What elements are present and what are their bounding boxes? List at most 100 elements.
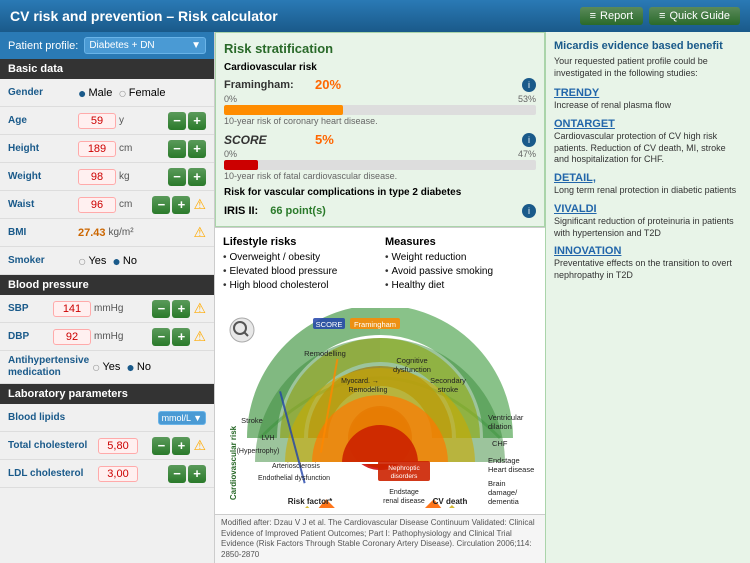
sbp-warning-icon: ⚠ bbox=[193, 300, 206, 317]
evidence-item-vivaldi: VIVALDI Significant reduction of protein… bbox=[554, 203, 742, 239]
sbp-increment[interactable]: + bbox=[172, 300, 190, 318]
report-button[interactable]: ≡ Report bbox=[580, 7, 643, 25]
weight-stepper: − + bbox=[168, 168, 206, 186]
age-increment[interactable]: + bbox=[188, 112, 206, 130]
svg-text:Arteriosclerosis: Arteriosclerosis bbox=[272, 463, 320, 470]
svg-text:Remodelling: Remodelling bbox=[349, 387, 388, 394]
svg-text:dilation: dilation bbox=[488, 422, 512, 431]
dbp-increment[interactable]: + bbox=[172, 328, 190, 346]
waist-stepper: − + bbox=[152, 196, 190, 214]
radio-no-icon: ● bbox=[112, 253, 120, 269]
antihyp-options: ○ Yes ● No bbox=[92, 359, 151, 375]
svg-text:Brain: Brain bbox=[488, 479, 506, 488]
cv-wheel-chart: Stroke LVH (Hypertrophy) Arteriosclerosi… bbox=[220, 308, 540, 508]
ontarget-label[interactable]: ONTARGET bbox=[554, 118, 615, 130]
basic-data-header: Basic data bbox=[0, 59, 214, 79]
svg-text:damage/: damage/ bbox=[488, 488, 518, 497]
radio-male-icon: ● bbox=[78, 85, 86, 101]
dbp-row: DBP mmHg − + ⚠ bbox=[0, 323, 214, 351]
total-cholesterol-input[interactable] bbox=[98, 438, 138, 454]
evidence-item-detail: DETAIL, Long term renal protection in di… bbox=[554, 172, 742, 197]
waist-increment[interactable]: + bbox=[172, 196, 190, 214]
list-item: •Overweight / obesity bbox=[223, 252, 375, 263]
height-input[interactable] bbox=[78, 141, 116, 157]
innovation-label[interactable]: INNOVATION bbox=[554, 245, 621, 257]
smoker-no-option[interactable]: ● No bbox=[112, 253, 137, 269]
svg-text:dementia: dementia bbox=[488, 497, 520, 506]
svg-text:CHF: CHF bbox=[492, 439, 508, 448]
svg-text:stroke: stroke bbox=[438, 385, 458, 394]
age-row: Age y − + bbox=[0, 107, 214, 135]
ldl-cholesterol-input[interactable] bbox=[98, 466, 138, 482]
height-increment[interactable]: + bbox=[188, 140, 206, 158]
dbp-decrement[interactable]: − bbox=[152, 328, 170, 346]
list-item: •Healthy diet bbox=[385, 280, 537, 291]
blood-pressure-header: Blood pressure bbox=[0, 275, 214, 295]
sbp-decrement[interactable]: − bbox=[152, 300, 170, 318]
score-bar-fill bbox=[224, 160, 258, 170]
mid-panel: Risk stratification Cardiovascular risk … bbox=[215, 32, 545, 563]
list-item: •Weight reduction bbox=[385, 252, 537, 263]
svg-text:Remodelling: Remodelling bbox=[304, 349, 346, 358]
antihyp-yes-option[interactable]: ○ Yes bbox=[92, 359, 120, 375]
total-cholesterol-decrement[interactable]: − bbox=[152, 437, 170, 455]
vivaldi-label[interactable]: VIVALDI bbox=[554, 203, 597, 215]
list-item: •Avoid passive smoking bbox=[385, 266, 537, 277]
score-row: SCORE 5% i bbox=[224, 132, 536, 147]
height-decrement[interactable]: − bbox=[168, 140, 186, 158]
sbp-row: SBP mmHg − + ⚠ bbox=[0, 295, 214, 323]
age-input[interactable] bbox=[78, 113, 116, 129]
blood-lipids-unit-select[interactable]: mmol/L ▼ bbox=[158, 411, 206, 425]
svg-text:Endothelial dysfunction: Endothelial dysfunction bbox=[258, 475, 330, 482]
svg-text:dysfunction: dysfunction bbox=[393, 365, 431, 374]
framingham-bar-fill bbox=[224, 105, 343, 115]
framingham-info-button[interactable]: i bbox=[522, 78, 536, 92]
detail-label[interactable]: DETAIL, bbox=[554, 172, 596, 184]
gender-male-option[interactable]: ● Male bbox=[78, 85, 112, 101]
ldl-cholesterol-stepper: − + bbox=[168, 465, 206, 483]
score-bar bbox=[224, 160, 536, 170]
gender-options: ● Male ○ Female bbox=[78, 85, 165, 101]
iris-info-button[interactable]: i bbox=[522, 204, 536, 218]
weight-increment[interactable]: + bbox=[188, 168, 206, 186]
evidence-item-trendy: TRENDY Increase of renal plasma flow bbox=[554, 87, 742, 112]
svg-text:Cognitive: Cognitive bbox=[396, 356, 427, 365]
quick-guide-button[interactable]: ≡ Quick Guide bbox=[649, 7, 740, 25]
dbp-input[interactable] bbox=[53, 329, 91, 345]
sbp-stepper: − + bbox=[152, 300, 190, 318]
ldl-cholesterol-decrement[interactable]: − bbox=[168, 465, 186, 483]
waist-input[interactable] bbox=[78, 197, 116, 213]
smoker-yes-option[interactable]: ○ Yes bbox=[78, 253, 106, 269]
weight-input[interactable] bbox=[78, 169, 116, 185]
main-layout: Patient profile: Diabetes + DN ▼ Basic d… bbox=[0, 32, 750, 563]
patient-profile-select[interactable]: Diabetes + DN ▼ bbox=[84, 37, 206, 54]
svg-text:Endstage: Endstage bbox=[389, 489, 419, 496]
score-progress: 0% 47% 10-year risk of fatal cardiovascu… bbox=[224, 149, 536, 181]
antihyp-no-option[interactable]: ● No bbox=[126, 359, 151, 375]
waist-warning-icon: ⚠ bbox=[193, 196, 206, 213]
menu-icon: ≡ bbox=[590, 10, 596, 22]
lab-params-header: Laboratory parameters bbox=[0, 384, 214, 404]
waist-decrement[interactable]: − bbox=[152, 196, 170, 214]
chevron-down-icon: ▼ bbox=[191, 40, 201, 51]
radio-yes-icon: ○ bbox=[78, 253, 86, 269]
svg-text:LVH: LVH bbox=[261, 435, 274, 442]
total-cholesterol-increment[interactable]: + bbox=[172, 437, 190, 455]
ldl-cholesterol-row: LDL cholesterol − + bbox=[0, 460, 214, 488]
framingham-bar bbox=[224, 105, 536, 115]
ldl-cholesterol-increment[interactable]: + bbox=[188, 465, 206, 483]
trendy-label[interactable]: TRENDY bbox=[554, 87, 599, 99]
antihyp-row: Antihypertensive medication ○ Yes ● No bbox=[0, 351, 214, 384]
gender-female-option[interactable]: ○ Female bbox=[118, 85, 165, 101]
header: CV risk and prevention – Risk calculator… bbox=[0, 0, 750, 32]
weight-decrement[interactable]: − bbox=[168, 168, 186, 186]
sbp-input[interactable] bbox=[53, 301, 91, 317]
total-cholesterol-stepper: − + bbox=[152, 437, 190, 455]
score-info-button[interactable]: i bbox=[522, 133, 536, 147]
age-decrement[interactable]: − bbox=[168, 112, 186, 130]
framingham-row: Framingham: 20% i bbox=[224, 77, 536, 92]
menu-icon-2: ≡ bbox=[659, 10, 665, 22]
lifestyle-section: Lifestyle risks •Overweight / obesity •E… bbox=[215, 227, 545, 302]
waist-row: Waist cm − + ⚠ bbox=[0, 191, 214, 219]
patient-profile-bar: Patient profile: Diabetes + DN ▼ bbox=[0, 32, 214, 59]
